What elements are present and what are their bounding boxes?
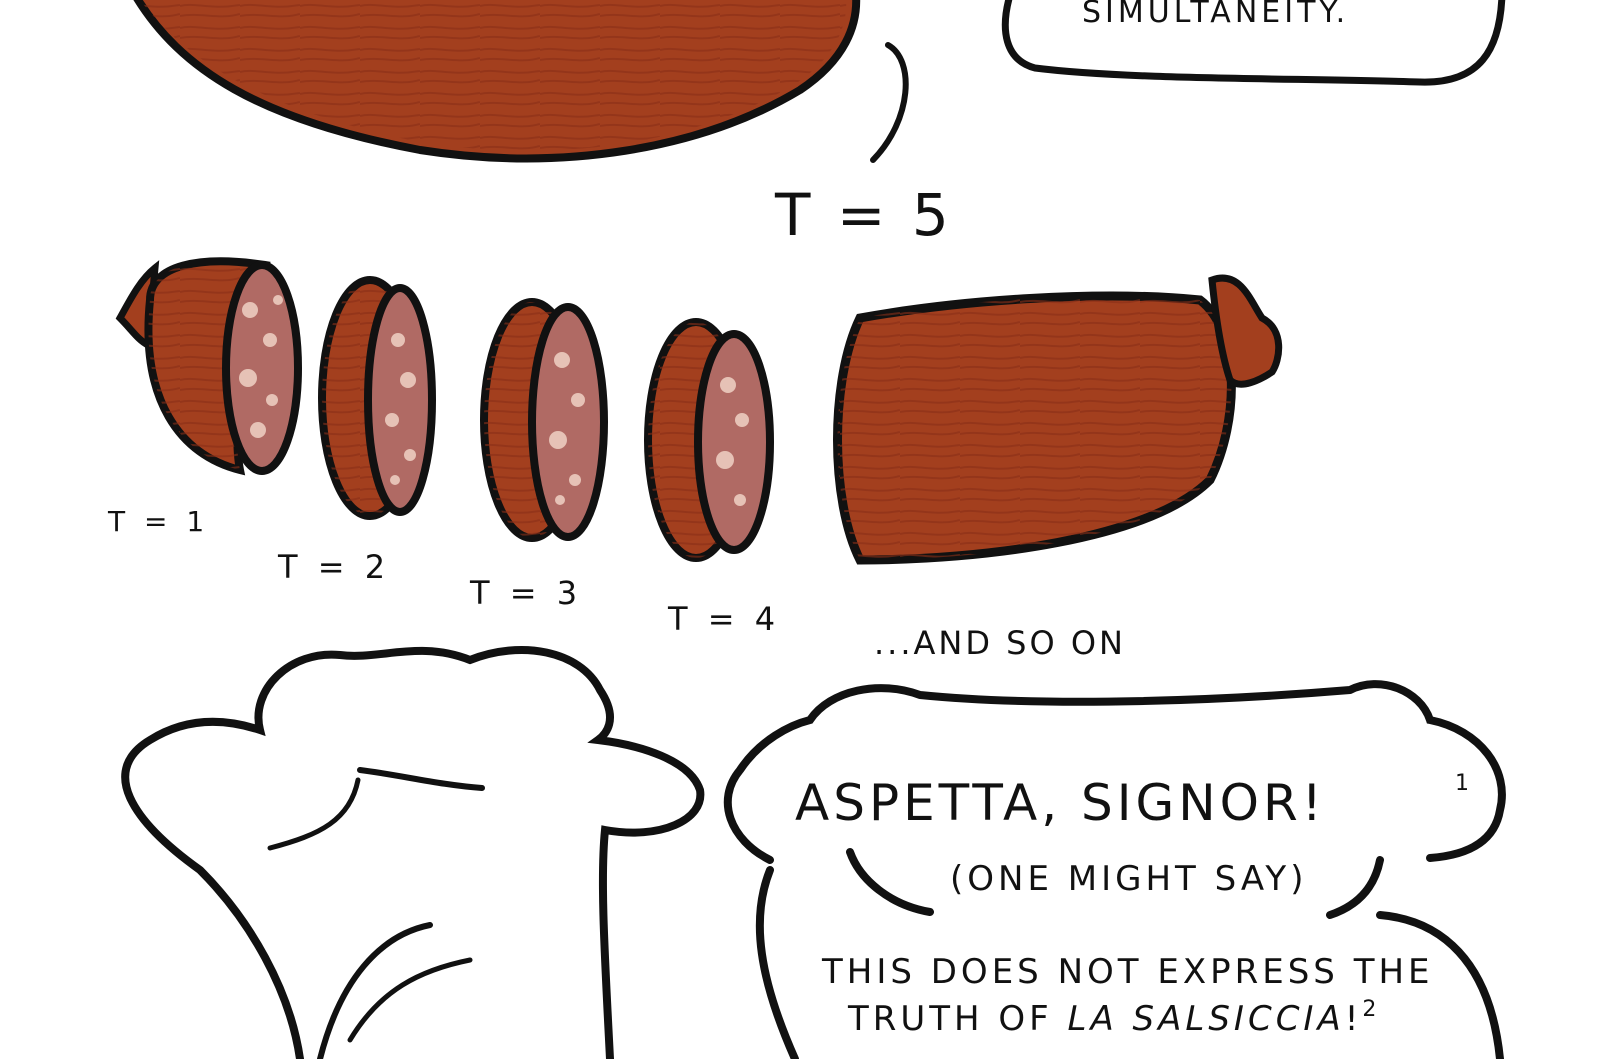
aside-text: (ONE MIGHT SAY) <box>950 859 1307 899</box>
slice-label-t3: T = 3 <box>470 574 583 612</box>
bubble-line-2: TRUTH OF LA SALSICCIA!2 <box>847 997 1380 1039</box>
slice-label-t2: T = 2 <box>278 548 391 586</box>
top-bubble-text: SIMULTANEITY. <box>1082 0 1349 30</box>
chef-hat-illustration <box>121 646 705 1059</box>
slice-label-t4: T = 4 <box>668 600 781 638</box>
bubble-line-1: THIS DOES NOT EXPRESS THE <box>821 952 1434 992</box>
sausage-remainder <box>833 274 1283 565</box>
sausage-slice-2 <box>318 276 436 520</box>
sausage-slice-3 <box>480 298 608 542</box>
t5-label: T = 5 <box>774 181 953 249</box>
comic-panel: SIMULTANEITY. T = 5 ASPETTA, SIGNOR! 1 (… <box>115 0 1506 1059</box>
exclaim-text: ASPETTA, SIGNOR! <box>795 774 1326 832</box>
exclaim-footnote: 1 <box>1455 771 1473 796</box>
slice-label-t1: T = 1 <box>108 505 210 538</box>
pointer-curve <box>870 42 909 163</box>
sausage-end-slice <box>115 257 302 476</box>
and-so-on-label: ...AND SO ON <box>874 624 1126 662</box>
top-sausage <box>133 0 861 163</box>
sausage-slice-4 <box>644 318 774 562</box>
